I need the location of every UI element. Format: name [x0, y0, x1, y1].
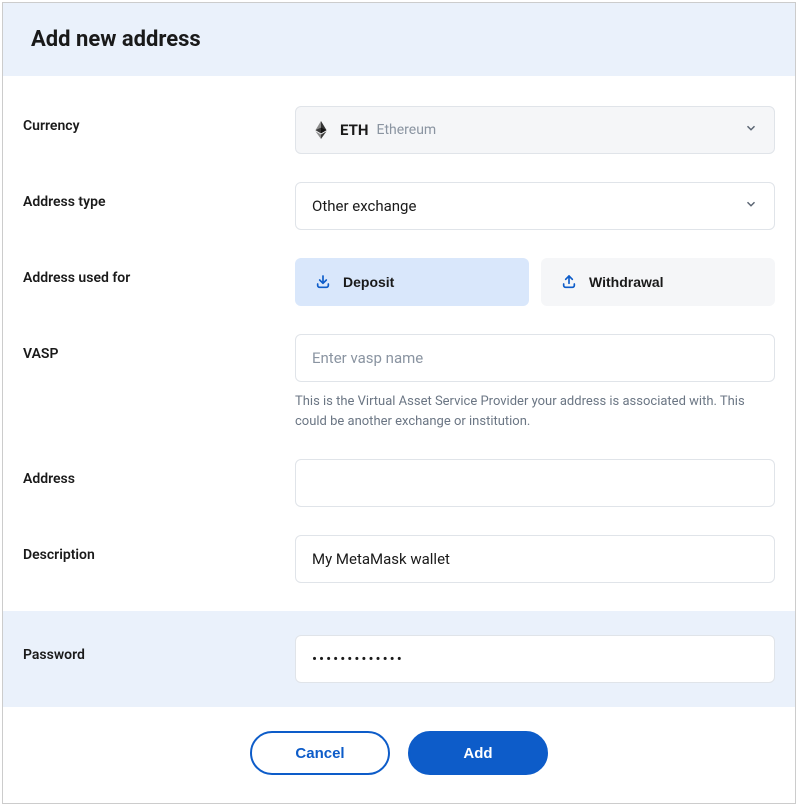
- currency-select[interactable]: ETH Ethereum: [295, 106, 775, 154]
- add-address-modal: Add new address Currency ETH Ethereum: [2, 2, 796, 804]
- currency-name: Ethereum: [376, 122, 436, 138]
- page-title: Add new address: [31, 27, 767, 52]
- address-type-value: Other exchange: [312, 197, 416, 215]
- modal-body: Currency ETH Ethereum Address type: [3, 76, 795, 803]
- currency-row: Currency ETH Ethereum: [23, 106, 775, 154]
- ethereum-icon: [312, 121, 330, 139]
- vasp-label: VASP: [23, 334, 295, 362]
- cancel-button[interactable]: Cancel: [250, 731, 390, 775]
- chevron-down-icon: [744, 121, 758, 139]
- chevron-down-icon: [744, 197, 758, 215]
- withdrawal-label: Withdrawal: [589, 274, 664, 290]
- add-button[interactable]: Add: [408, 731, 548, 775]
- modal-footer: Cancel Add: [23, 707, 775, 803]
- description-input-wrap: [295, 535, 775, 583]
- currency-symbol: ETH: [340, 121, 368, 139]
- password-section: Password: [3, 611, 795, 707]
- withdrawal-toggle[interactable]: Withdrawal: [541, 258, 775, 306]
- vasp-input[interactable]: [312, 349, 758, 367]
- address-row: Address: [23, 459, 775, 507]
- address-input-wrap: [295, 459, 775, 507]
- vasp-input-wrap: [295, 334, 775, 382]
- description-input[interactable]: [312, 550, 758, 568]
- used-for-toggle: Deposit Withdrawal: [295, 258, 775, 306]
- password-input-wrap: [295, 635, 775, 683]
- password-input[interactable]: [312, 650, 758, 668]
- address-type-row: Address type Other exchange: [23, 182, 775, 230]
- address-input[interactable]: [312, 474, 758, 492]
- password-label: Password: [23, 635, 295, 663]
- deposit-icon: [315, 274, 331, 290]
- address-label: Address: [23, 459, 295, 487]
- deposit-label: Deposit: [343, 274, 394, 290]
- vasp-row: VASP This is the Virtual Asset Service P…: [23, 334, 775, 431]
- address-type-label: Address type: [23, 182, 295, 210]
- used-for-label: Address used for: [23, 258, 295, 286]
- currency-label: Currency: [23, 106, 295, 134]
- used-for-row: Address used for Deposit Withdrawal: [23, 258, 775, 306]
- deposit-toggle[interactable]: Deposit: [295, 258, 529, 306]
- vasp-help-text: This is the Virtual Asset Service Provid…: [295, 392, 775, 431]
- password-row: Password: [23, 635, 775, 683]
- address-type-select[interactable]: Other exchange: [295, 182, 775, 230]
- modal-header: Add new address: [3, 3, 795, 76]
- description-row: Description: [23, 535, 775, 583]
- withdrawal-icon: [561, 274, 577, 290]
- description-label: Description: [23, 535, 295, 563]
